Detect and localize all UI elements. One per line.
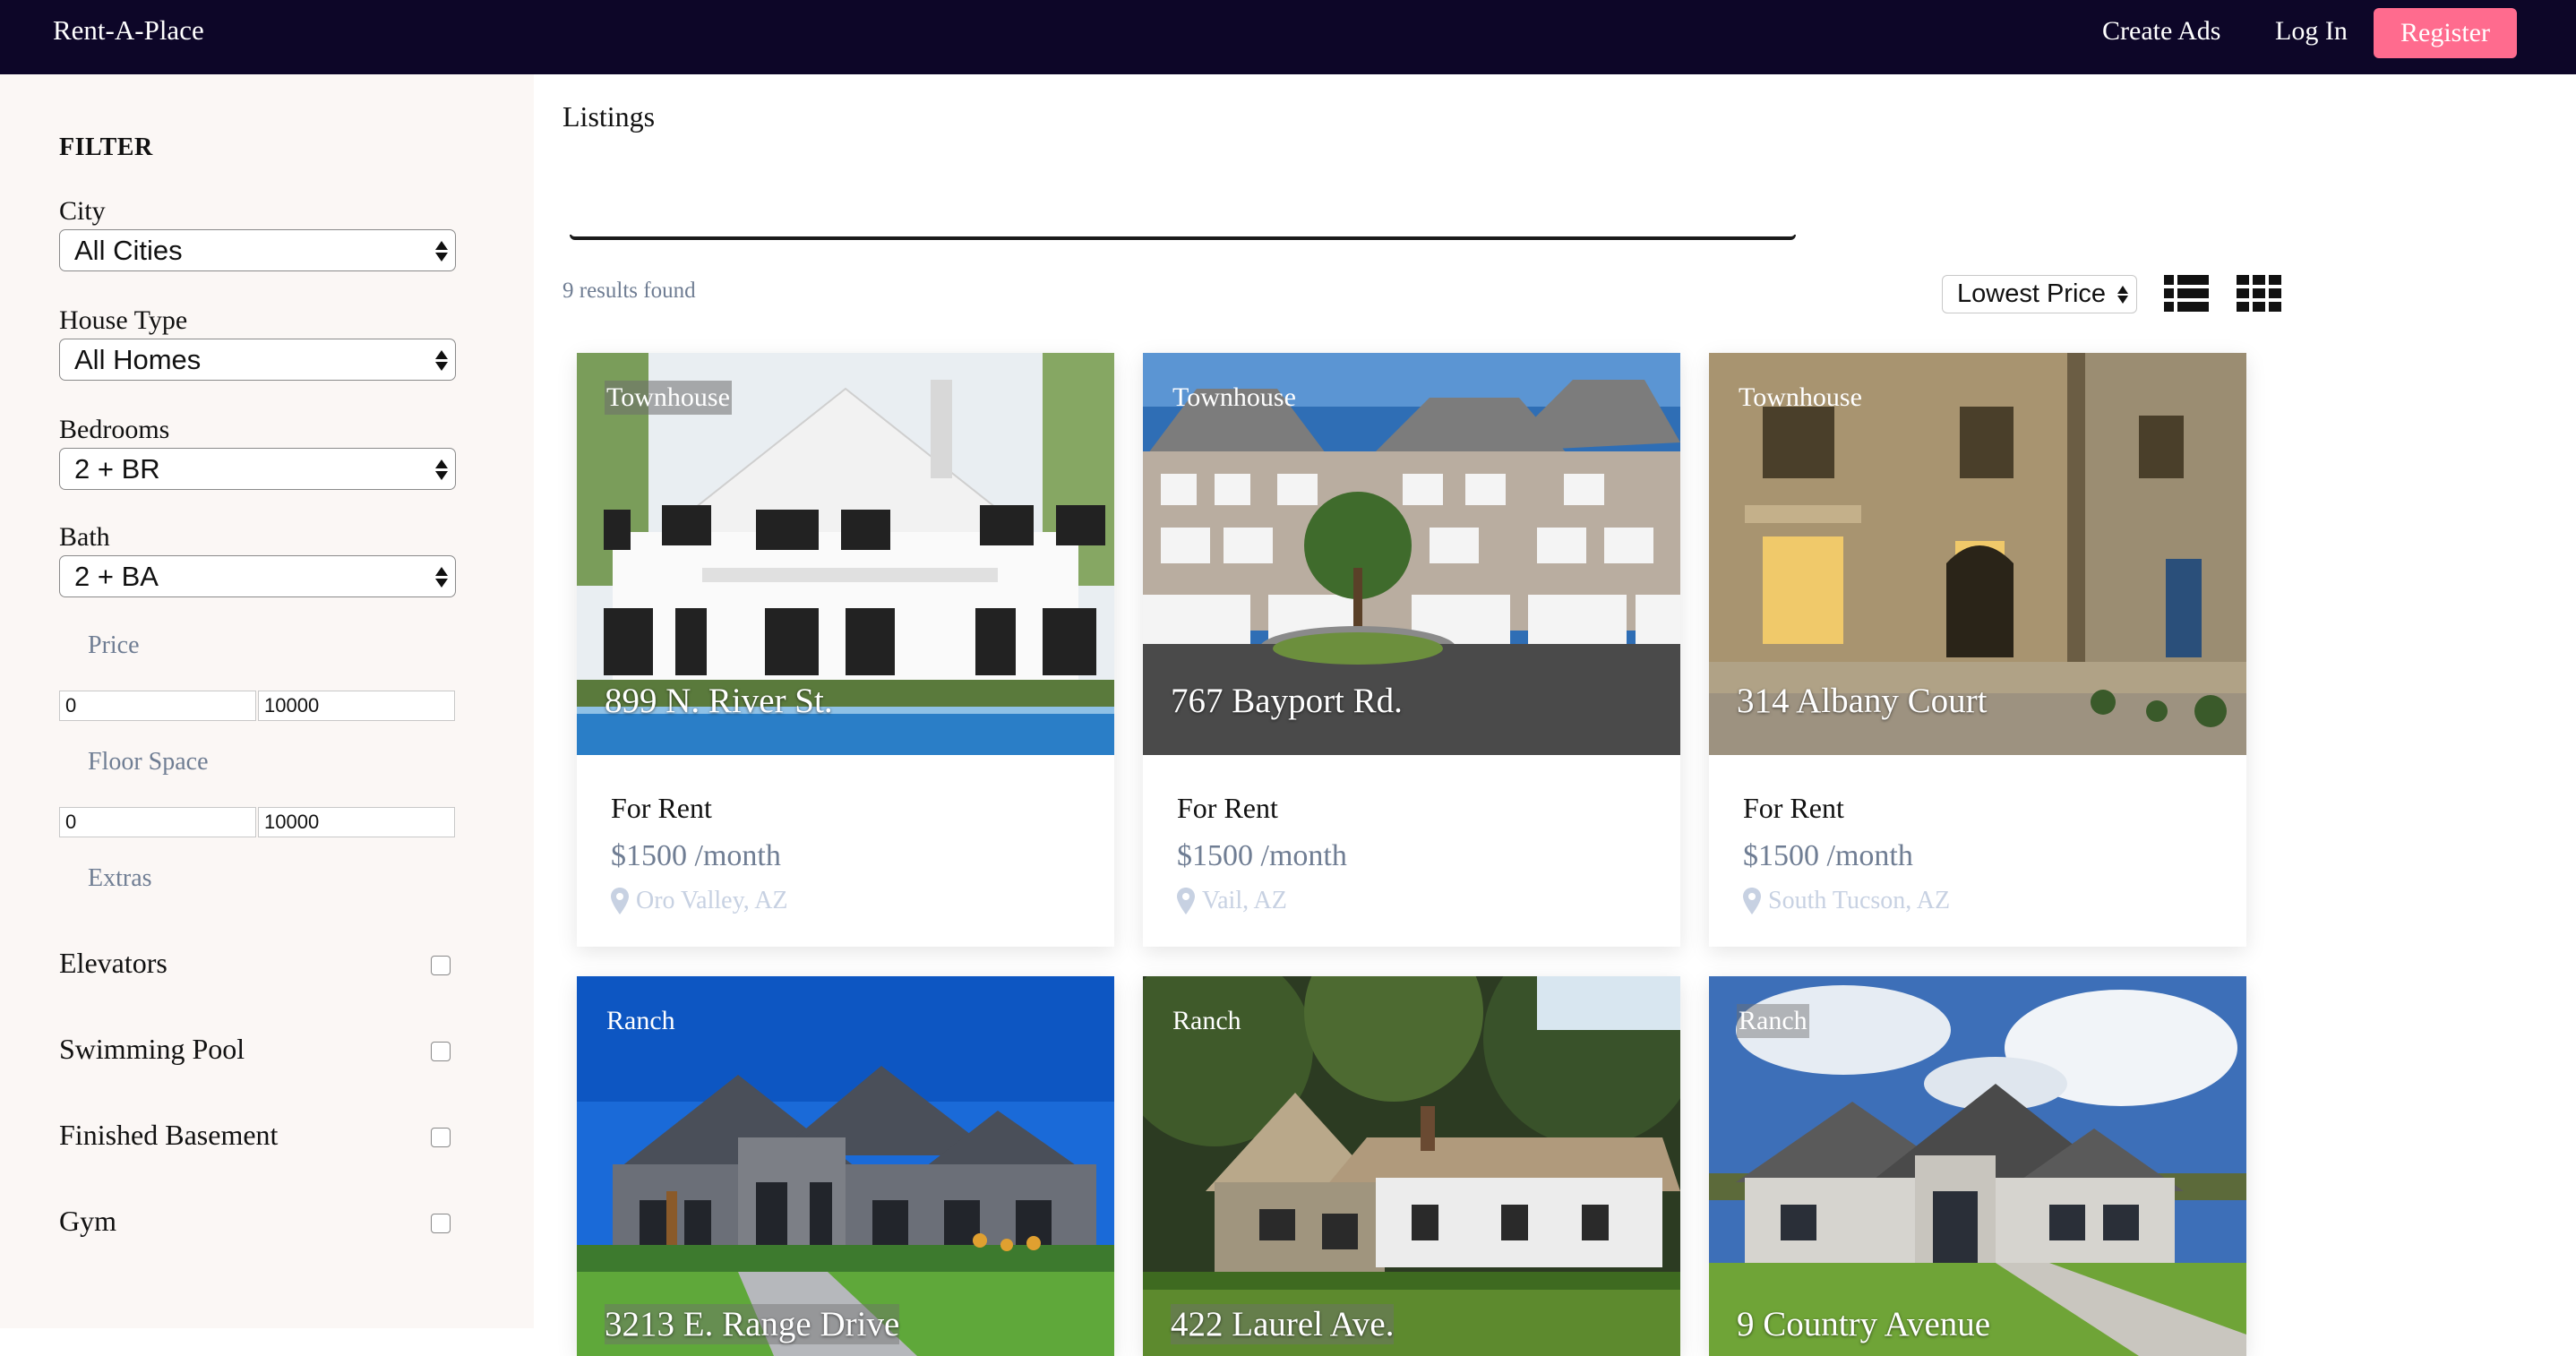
floor-space-min-input[interactable]: 0 (59, 807, 256, 837)
listing-card[interactable]: Ranch 9 Country Avenue (1709, 976, 2246, 1356)
house-type-label: House Type (59, 305, 188, 335)
listing-price: $1500 /month (611, 839, 781, 872)
extra-finished-basement-label: Finished Basement (59, 1119, 279, 1151)
listing-status: For Rent (1177, 792, 1278, 824)
bath-label: Bath (59, 522, 110, 552)
log-in-link[interactable]: Log In (2275, 16, 2348, 47)
listing-card[interactable]: Townhouse 899 N. River St. For Rent $150… (577, 353, 1114, 947)
listing-card[interactable]: Townhouse 767 Bayport Rd. For Rent $1500… (1143, 353, 1680, 947)
map-pin-icon (611, 888, 629, 914)
extra-elevators-label: Elevators (59, 947, 167, 979)
listing-location: South Tucson, AZ (1743, 887, 1950, 915)
listing-type-badge: Ranch (1737, 1004, 1809, 1038)
top-navbar: Rent-A-Place Create Ads Log In Register (0, 0, 2576, 74)
brand-logo[interactable]: Rent-A-Place (53, 14, 204, 47)
listing-location-text: Vail, AZ (1202, 887, 1287, 914)
listing-card[interactable]: Ranch 3213 E. Range Drive (577, 976, 1114, 1356)
listing-location: Oro Valley, AZ (611, 887, 788, 915)
listing-address: 3213 E. Range Drive (605, 1304, 900, 1344)
price-label: Price (88, 631, 140, 659)
city-select[interactable]: All Cities (59, 229, 456, 271)
listing-address: 899 N. River St. (605, 682, 833, 720)
select-arrows-icon (435, 345, 448, 375)
create-ads-link[interactable]: Create Ads (2102, 16, 2220, 47)
listing-price: $1500 /month (1743, 839, 1913, 872)
extra-gym-checkbox[interactable] (431, 1214, 451, 1233)
city-label: City (59, 196, 106, 226)
bath-select[interactable]: 2 + BA (59, 555, 456, 597)
floor-space-label: Floor Space (88, 748, 209, 776)
select-arrows-icon (435, 236, 448, 266)
sort-select-value: Lowest Price (1957, 279, 2107, 308)
extra-elevators-checkbox[interactable] (431, 956, 451, 975)
city-select-value: All Cities (74, 234, 183, 266)
bedrooms-select[interactable]: 2 + BR (59, 448, 456, 490)
listing-address: 9 Country Avenue (1737, 1305, 1991, 1343)
price-min-input[interactable]: 0 (59, 691, 256, 721)
extra-gym-label: Gym (59, 1205, 116, 1237)
listing-card[interactable]: Townhouse 314 Albany Court For Rent $150… (1709, 353, 2246, 947)
bedrooms-label: Bedrooms (59, 415, 170, 444)
map-pin-icon (1743, 888, 1761, 914)
map-pin-icon (1177, 888, 1195, 914)
extra-swimming-pool-checkbox[interactable] (431, 1042, 451, 1061)
bath-select-value: 2 + BA (74, 560, 159, 592)
listing-address: 767 Bayport Rd. (1171, 682, 1403, 720)
select-arrows-icon (2117, 281, 2129, 308)
listing-location: Vail, AZ (1177, 887, 1287, 915)
select-arrows-icon (435, 562, 448, 592)
search-bar[interactable] (570, 235, 1796, 240)
listing-type-badge: Townhouse (1172, 382, 1296, 412)
filter-title: FILTER (59, 133, 153, 161)
listing-location-text: South Tucson, AZ (1768, 887, 1951, 914)
listing-type-badge: Ranch (1172, 1006, 1241, 1035)
floor-space-max-input[interactable]: 10000 (258, 807, 455, 837)
listing-price: $1500 /month (1177, 839, 1347, 872)
page-title: Listings (562, 100, 656, 133)
select-arrows-icon (435, 454, 448, 485)
results-count: 9 results found (562, 279, 696, 303)
listing-status: For Rent (1743, 792, 1844, 824)
extras-label: Extras (88, 864, 152, 892)
sort-select[interactable]: Lowest Price (1942, 275, 2137, 313)
grid-view-icon[interactable] (2237, 273, 2281, 314)
listing-type-badge: Townhouse (605, 381, 732, 415)
filter-sidebar: FILTER City All Cities House Type All Ho… (0, 74, 534, 1328)
house-type-select-value: All Homes (74, 343, 202, 375)
listing-address: 422 Laurel Ave. (1171, 1304, 1395, 1344)
price-max-input[interactable]: 10000 (258, 691, 455, 721)
list-view-icon[interactable] (2164, 273, 2209, 314)
listing-card[interactable]: Ranch 422 Laurel Ave. (1143, 976, 1680, 1356)
listing-status: For Rent (611, 792, 712, 824)
listing-type-badge: Townhouse (1739, 382, 1862, 412)
extra-finished-basement-checkbox[interactable] (431, 1128, 451, 1147)
extra-swimming-pool-label: Swimming Pool (59, 1033, 245, 1065)
register-button[interactable]: Register (2374, 8, 2517, 58)
listing-type-badge: Ranch (606, 1006, 675, 1035)
house-type-select[interactable]: All Homes (59, 339, 456, 381)
bedrooms-select-value: 2 + BR (74, 452, 160, 485)
listing-address: 314 Albany Court (1737, 682, 1988, 720)
listing-location-text: Oro Valley, AZ (636, 887, 788, 914)
